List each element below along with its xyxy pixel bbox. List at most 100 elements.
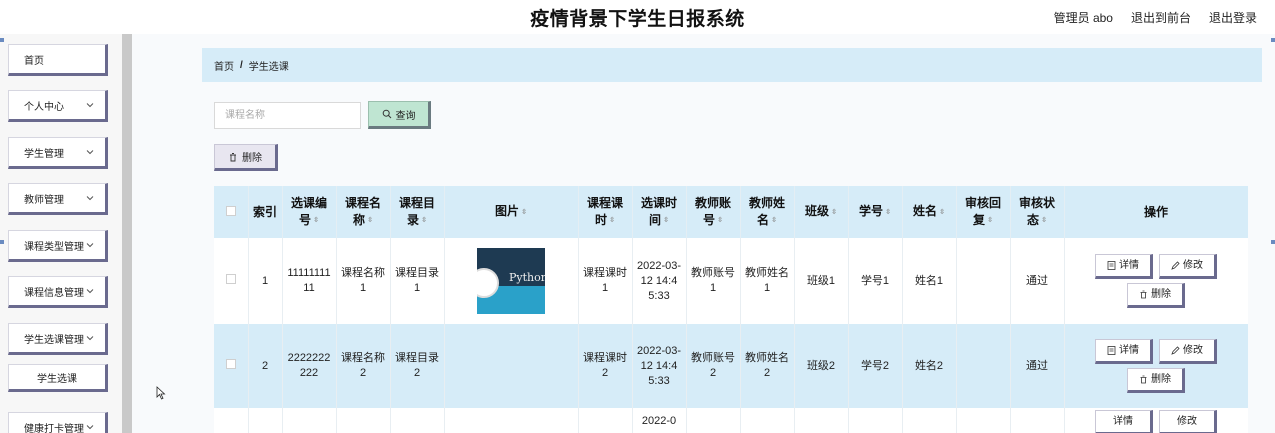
column-header-class[interactable]: 班级 ⇳ — [794, 186, 849, 238]
sidebar-item-label: 学生选课管理 — [24, 334, 84, 346]
sidebar-item-teacher-management[interactable]: 教师管理 — [8, 183, 108, 215]
sidebar-scrollbar[interactable] — [122, 34, 132, 433]
sort-icon[interactable]: ⇳ — [939, 204, 945, 221]
sort-icon[interactable]: ⇳ — [987, 212, 993, 229]
cell-hours: 课程课时2 — [578, 324, 633, 408]
cell-review-reply — [956, 408, 1011, 433]
detail-button[interactable]: 详情 — [1095, 339, 1153, 364]
sort-icon[interactable]: ⇳ — [771, 212, 777, 229]
row-select-cell — [214, 408, 249, 433]
detail-label: 详情 — [1113, 416, 1133, 427]
column-header-actions: 操作 — [1064, 186, 1248, 238]
sidebar-item-home[interactable]: 首页 — [8, 44, 108, 76]
trash-icon — [1140, 290, 1147, 299]
row-select-cell — [214, 238, 249, 324]
cell-hours: 课程课时1 — [578, 238, 633, 324]
edit-label: 修改 — [1183, 345, 1203, 356]
sort-icon[interactable]: ⇳ — [421, 212, 427, 229]
sort-icon[interactable]: ⇳ — [521, 204, 527, 221]
column-header-student-name[interactable]: 姓名 ⇳ — [902, 186, 957, 238]
cell-code: 2222222222 — [282, 324, 337, 408]
sidebar-item-health-checkin-management[interactable]: 健康打卡管理 — [8, 412, 108, 433]
cell-actions: 详情 修改 删除 — [1064, 238, 1248, 324]
select-all-checkbox[interactable] — [225, 205, 236, 216]
chevron-down-icon — [86, 425, 94, 430]
cell-image — [444, 408, 579, 433]
course-thumbnail[interactable]: Python — [477, 248, 545, 314]
sort-icon[interactable]: ⇳ — [313, 212, 319, 229]
search-icon — [382, 109, 391, 119]
course-name-search-input[interactable] — [214, 102, 361, 129]
sort-icon[interactable]: ⇳ — [831, 204, 837, 221]
edit-label: 修改 — [1183, 260, 1203, 271]
sidebar-item-personal-center[interactable]: 个人中心 — [8, 90, 108, 122]
sidebar-item-course-type-management[interactable]: 课程类型管理 — [8, 230, 108, 262]
column-header-teacher-account[interactable]: 教师账号 ⇳ — [686, 186, 741, 238]
sidebar-subitem-course-selection[interactable]: 学生选课 — [8, 364, 108, 392]
cell-review-status: 通过 — [1010, 324, 1065, 408]
sort-icon[interactable]: ⇳ — [663, 212, 669, 229]
column-header-label: 索引 — [252, 204, 277, 219]
trash-icon — [1140, 375, 1147, 384]
sidebar-item-student-management[interactable]: 学生管理 — [8, 137, 108, 169]
batch-delete-button[interactable]: 删除 — [214, 144, 278, 171]
sort-icon[interactable]: ⇳ — [1041, 212, 1047, 229]
row-actions: 详情 修改 删除 — [1081, 337, 1231, 395]
sidebar-item-label: 个人中心 — [24, 101, 64, 113]
row-actions: 详情 修改 删除 — [1081, 252, 1231, 310]
table-row: 2 2222222222 课程名称2 课程目录2 课程课时2 2022-03-1… — [214, 324, 1248, 408]
logout-link[interactable]: 退出登录 — [1209, 9, 1257, 26]
detail-button[interactable]: 详情 — [1095, 410, 1153, 433]
column-header-teacher-name[interactable]: 教师姓名 ⇳ — [740, 186, 795, 238]
column-header-student-no[interactable]: 学号 ⇳ — [848, 186, 903, 238]
detail-button[interactable]: 详情 — [1095, 254, 1153, 279]
column-header-time[interactable]: 选课时间 ⇳ — [632, 186, 687, 238]
cell-teacher-account: 教师账号2 — [686, 324, 741, 408]
edge-marker — [1271, 38, 1275, 42]
chevron-down-icon — [86, 103, 94, 108]
cell-review-reply — [956, 324, 1011, 408]
column-header-image[interactable]: 图片 ⇳ — [444, 186, 579, 238]
chevron-down-icon — [86, 243, 94, 248]
sidebar-item-course-selection-management[interactable]: 学生选课管理 — [8, 323, 108, 355]
cell-teacher-name: 教师姓名1 — [740, 238, 795, 324]
sort-icon[interactable]: ⇳ — [609, 212, 615, 229]
edit-button[interactable]: 修改 — [1159, 339, 1217, 364]
breadcrumb: 首页 / 学生选课 — [202, 48, 1262, 82]
column-header-catalog[interactable]: 课程目录 ⇳ — [390, 186, 445, 238]
thumbnail-text: Python — [509, 271, 545, 284]
delete-button[interactable]: 删除 — [1127, 368, 1185, 393]
breadcrumb-current: 学生选课 — [248, 61, 289, 73]
breadcrumb-home[interactable]: 首页 — [214, 58, 234, 73]
cell-review-status — [1010, 408, 1065, 433]
sort-icon[interactable]: ⇳ — [885, 204, 891, 221]
column-header-label: 操作 — [1143, 204, 1168, 219]
column-header-label: 课程目录 — [398, 195, 435, 227]
delete-label: 删除 — [1151, 289, 1171, 300]
detail-label: 详情 — [1119, 260, 1139, 271]
row-checkbox[interactable] — [225, 273, 236, 284]
cell-index — [248, 408, 283, 433]
cell-catalog: 课程目录2 — [390, 324, 445, 408]
sidebar-item-label: 课程类型管理 — [24, 241, 84, 253]
sidebar-item-course-info-management[interactable]: 课程信息管理 — [8, 276, 108, 308]
edge-marker — [1271, 240, 1275, 244]
column-header-review-status[interactable]: 审核状态 ⇳ — [1010, 186, 1065, 238]
cell-teacher-account — [686, 408, 741, 433]
column-header-hours[interactable]: 课程课时 ⇳ — [578, 186, 633, 238]
exit-to-front-link[interactable]: 退出到前台 — [1131, 9, 1191, 26]
column-header-review-reply[interactable]: 审核回复 ⇳ — [956, 186, 1011, 238]
row-select-cell — [214, 324, 249, 408]
column-header-code[interactable]: 选课编号 ⇳ — [282, 186, 337, 238]
edit-button[interactable]: 修改 — [1159, 410, 1217, 433]
cell-catalog — [390, 408, 445, 433]
row-checkbox[interactable] — [225, 358, 236, 369]
column-header-name[interactable]: 课程名称 ⇳ — [336, 186, 391, 238]
cell-student-no — [848, 408, 903, 433]
query-button[interactable]: 查询 — [368, 101, 431, 129]
delete-button[interactable]: 删除 — [1127, 283, 1185, 308]
edit-button[interactable]: 修改 — [1159, 254, 1217, 279]
sort-icon[interactable]: ⇳ — [367, 212, 373, 229]
sort-icon[interactable]: ⇳ — [717, 212, 723, 229]
cell-image — [444, 324, 579, 408]
